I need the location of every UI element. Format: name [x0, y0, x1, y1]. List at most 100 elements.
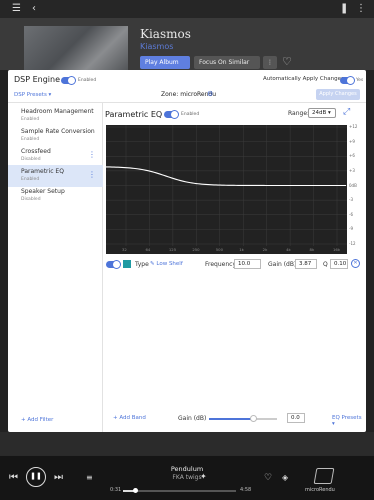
freq-tick-label: 500 [215, 247, 224, 252]
dialog-title: DSP Engine [14, 75, 61, 84]
db-axis-labels: +12 +9 +6 +3 0dB -3 -6 -9 -12 [349, 124, 363, 246]
player-bar: ⏮ ❚❚ ⏭ ≡ Pendulum FKA twigs ✦ 0:31 4:58 … [0, 455, 374, 500]
filter-menu-icon[interactable]: ⋮ [88, 170, 96, 179]
add-band-button[interactable]: + Add Band [113, 415, 146, 421]
dsp-presets-dropdown[interactable]: DSP Presets ▾ [14, 92, 51, 98]
add-filter-label: Add Filter [27, 417, 54, 423]
filter-menu-icon[interactable]: ⋮ [88, 150, 96, 159]
zone-device-icon[interactable] [313, 468, 335, 484]
preamp-gain-label: Gain (dB) [178, 415, 207, 422]
dsp-engine-dialog: DSP Engine Enabled Automatically Apply C… [8, 70, 366, 432]
filter-status: Enabled [21, 177, 40, 182]
heart-icon[interactable]: ♡ [264, 473, 272, 483]
eq-presets-dropdown[interactable]: EQ Presets ▾ [332, 415, 366, 427]
expand-icon[interactable]: ⤢ [343, 107, 350, 117]
preamp-gain-input[interactable]: 0.0 [287, 413, 305, 423]
gain-label: Gain (dB) [268, 261, 297, 268]
dsp-enabled-label: Enabled [78, 78, 97, 83]
focus-similar-button[interactable]: Focus On Similar [194, 56, 260, 69]
band-type-value: Low Shelf [156, 261, 183, 267]
freq-tick-label: 2k [262, 247, 268, 252]
filter-item-crossfeed[interactable]: Crossfeed Disabled ⋮ [8, 145, 103, 167]
q-input[interactable]: 0.10 [330, 259, 348, 269]
auto-apply-toggle[interactable] [340, 76, 355, 85]
filter-status: Enabled [21, 137, 40, 142]
seek-knob[interactable] [133, 488, 139, 493]
album-more-button[interactable]: ⋮ [263, 56, 277, 69]
eq-enabled-toggle[interactable] [164, 110, 179, 119]
db-tick-label: -12 [349, 241, 356, 246]
frequency-axis: 32 64 125 250 500 1k 2k 4k 8k 16k [106, 246, 347, 254]
filter-item-parametric-eq[interactable]: Parametric EQ Enabled ⋮ [8, 165, 103, 187]
db-tick-label: +6 [349, 153, 355, 159]
filter-item-sample-rate[interactable]: Sample Rate Conversion Enabled [8, 125, 103, 147]
freq-tick-label: 64 [145, 247, 151, 252]
add-band-label: Add Band [119, 415, 146, 421]
auto-apply-value: Yes [356, 78, 364, 83]
radio-icon[interactable]: ✦ [200, 472, 207, 481]
frequency-input[interactable]: 10.0 [234, 259, 261, 269]
filter-name: Crossfeed [21, 148, 51, 155]
add-filter-button[interactable]: + Add Filter [21, 417, 53, 423]
zone-name[interactable]: microRendu [305, 487, 335, 493]
dsp-enabled-toggle[interactable] [61, 76, 76, 85]
preamp-gain-slider[interactable] [209, 415, 277, 422]
eq-presets-label: EQ Presets [332, 415, 362, 421]
eq-enabled-label: Enabled [181, 112, 200, 117]
zone-settings-icon[interactable]: ⚙ [207, 90, 213, 98]
more-vert-icon[interactable]: ⋮ [356, 3, 366, 14]
freq-tick-label: 250 [192, 247, 200, 252]
gain-slider-fill [209, 418, 254, 420]
heart-icon[interactable]: ♡ [282, 55, 292, 68]
filter-name: Headroom Management [21, 108, 94, 115]
auto-apply-label: Automatically Apply Changes [263, 76, 344, 82]
duration: 4:58 [240, 487, 252, 493]
album-artist[interactable]: Kiasmos [140, 42, 173, 51]
seek-bar[interactable] [123, 488, 236, 493]
db-tick-label: +12 [349, 124, 358, 129]
album-title: Kiasmos [140, 27, 191, 41]
filter-status: Disabled [21, 157, 41, 162]
eq-response-graph[interactable] [106, 125, 347, 246]
freq-tick-label: 16k [333, 247, 341, 252]
db-tick-label: +9 [349, 138, 355, 144]
filter-item-speaker-setup[interactable]: Speaker Setup Disabled [8, 185, 103, 207]
freq-tick-label: 8k [309, 247, 315, 252]
band-color-swatch [123, 260, 131, 268]
band-type-select[interactable]: ✎ Low Shelf [150, 261, 183, 267]
db-tick-label: 0dB [349, 182, 357, 188]
db-tick-label: -3 [349, 197, 353, 203]
eq-title: Parametric EQ [105, 110, 163, 119]
zone-prefix: Zone: [161, 91, 179, 98]
filter-name: Speaker Setup [21, 188, 65, 195]
freq-tick-label: 1k [239, 247, 244, 252]
back-icon[interactable]: ‹ [32, 3, 36, 14]
top-bar: ☰ ‹ ❚ ⋮ [0, 0, 374, 18]
left-gutter [0, 70, 8, 432]
apply-changes-button[interactable]: Apply Changes [316, 89, 360, 100]
eq-footer: + Add Band Gain (dB) 0.0 EQ Presets ▾ [104, 410, 366, 432]
db-tick-label: +3 [349, 167, 355, 173]
filter-name: Sample Rate Conversion [21, 128, 95, 135]
eq-response-curve [106, 166, 346, 187]
freq-tick-label: 4k [286, 247, 291, 252]
bookmark-icon[interactable]: ❚ [340, 3, 348, 14]
dialog-header: DSP Engine Enabled Automatically Apply C… [8, 70, 366, 103]
album-cover[interactable] [24, 26, 128, 72]
volume-icon[interactable]: ◈ [282, 473, 288, 482]
band-enabled-toggle[interactable] [106, 260, 121, 269]
frequency-label: Frequency [205, 261, 236, 268]
filter-list: Headroom Management Enabled Sample Rate … [8, 103, 103, 432]
dsp-presets-label: DSP Presets [14, 92, 47, 98]
play-album-button[interactable]: Play Album [140, 56, 190, 69]
filter-status: Enabled [21, 117, 40, 122]
gain-slider-knob[interactable] [250, 415, 258, 422]
range-select[interactable]: 24dB ▾ [308, 108, 336, 118]
current-time: 0:31 [110, 487, 122, 493]
filter-item-headroom[interactable]: Headroom Management Enabled [8, 105, 103, 127]
remove-band-button[interactable]: ✕ [351, 259, 360, 268]
range-value: 24dB [312, 110, 327, 116]
db-tick-label: -6 [349, 211, 353, 217]
menu-icon[interactable]: ☰ [12, 3, 21, 14]
gain-input[interactable]: 3.87 [295, 259, 317, 269]
